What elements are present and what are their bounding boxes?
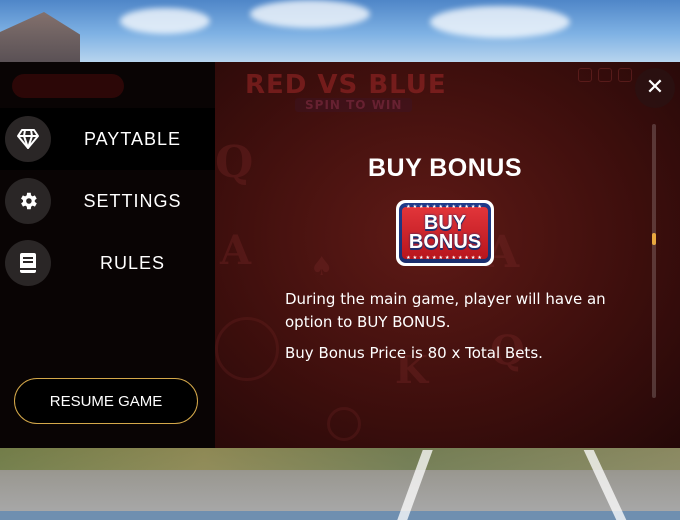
- grass-background: [0, 448, 680, 470]
- sidebar-item-paytable[interactable]: PAYTABLE: [0, 108, 215, 170]
- close-icon: ✕: [645, 75, 665, 100]
- badge-stars: ★★★★★★★★★★★★: [406, 255, 484, 261]
- cloud: [250, 0, 370, 28]
- sidebar-item-settings[interactable]: SETTINGS: [0, 170, 215, 232]
- book-icon: [5, 240, 51, 286]
- sidebar-item-label: PAYTABLE: [83, 129, 182, 149]
- info-overlay: Q A K A Q ♠ RED VS BLUE SPIN TO WIN PAYT…: [0, 62, 680, 448]
- section-title: BUY BONUS: [367, 154, 523, 182]
- buy-bonus-badge: ★★★★★★★★★★★★ BUY BONUS ★★★★★★★★★★★★: [396, 200, 494, 266]
- cloud: [430, 6, 570, 38]
- resume-game-button[interactable]: RESUME GAME: [14, 378, 198, 424]
- sidebar-item-label: SETTINGS: [83, 191, 182, 211]
- diamond-icon: [5, 116, 51, 162]
- badge-line2: BONUS: [408, 231, 482, 253]
- paytable-content: BUY BONUS ★★★★★★★★★★★★ BUY BONUS ★★★★★★★…: [215, 62, 680, 448]
- scrollbar[interactable]: [652, 124, 656, 398]
- scrollbar-thumb[interactable]: [652, 233, 656, 245]
- close-button[interactable]: ✕: [635, 68, 675, 108]
- sidebar-menu: PAYTABLE SETTINGS RULES RESUME GAME: [0, 62, 215, 448]
- sidebar-item-label: RULES: [99, 253, 166, 273]
- cloud: [120, 8, 210, 34]
- badge-line1: BUY: [423, 212, 467, 234]
- badge-stars: ★★★★★★★★★★★★: [406, 204, 484, 210]
- sidebar-item-rules[interactable]: RULES: [0, 232, 215, 294]
- balance-ghost: [12, 74, 124, 98]
- bonus-price: Buy Bonus Price is 80 x Total Bets.: [285, 344, 543, 362]
- gear-icon: [5, 178, 51, 224]
- bonus-description: During the main game, player will have a…: [285, 290, 606, 331]
